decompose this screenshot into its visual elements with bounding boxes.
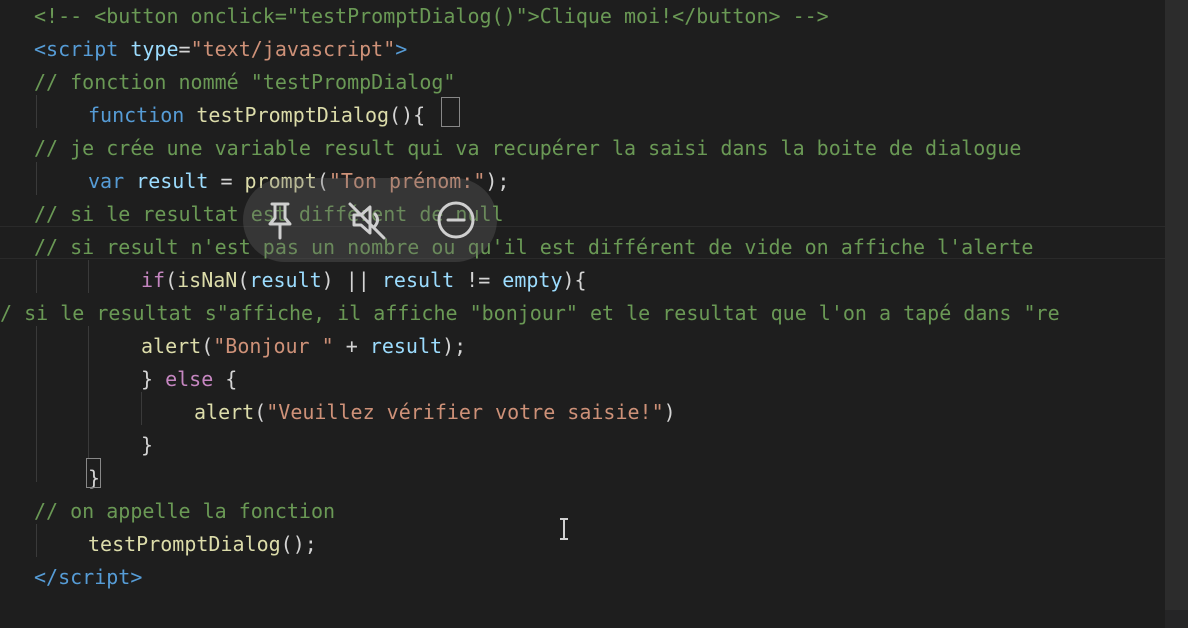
close-circle-icon[interactable]: [428, 192, 484, 248]
code-token: </: [34, 565, 59, 589]
code-token: <: [34, 37, 47, 61]
code-token: type: [130, 37, 179, 61]
code-token: ();: [280, 532, 317, 556]
code-token: (): [389, 103, 414, 127]
code-editor[interactable]: <!-- <button onclick="testPromptDialog()…: [0, 0, 1188, 628]
code-line: <!-- <button onclick="testPromptDialog()…: [34, 0, 829, 33]
bracket-match-close: [86, 458, 101, 488]
code-token: result: [136, 169, 209, 193]
code-token: <!-- <button onclick="testPromptDialog()…: [34, 4, 829, 28]
scrollbar-thumb[interactable]: [1165, 0, 1188, 610]
code-token: // on appelle la fonction: [34, 499, 336, 523]
code-line: // je crée une variable result qui va re…: [34, 132, 1021, 165]
code-token: testPromptDialog: [196, 103, 390, 127]
code-token: // je crée une variable result qui va re…: [34, 136, 1022, 160]
code-token: alert: [141, 334, 202, 358]
code-token: {: [413, 103, 426, 127]
code-line: } else {: [141, 363, 237, 396]
code-line: </script>: [34, 561, 142, 594]
text-cursor-icon: [558, 518, 570, 540]
code-token: >: [130, 565, 143, 589]
code-token: alert: [194, 400, 255, 424]
code-token: testPromptDialog: [88, 532, 281, 556]
code-token: }: [141, 367, 166, 391]
code-token: {: [213, 367, 238, 391]
code-line: alert("Bonjour " + result);: [141, 330, 466, 363]
code-line: function testPromptDialog(){: [88, 99, 425, 132]
bracket-match-open: [441, 97, 460, 127]
code-token: isNaN: [177, 268, 238, 292]
indent-guide: [141, 392, 142, 425]
code-line: alert("Veuillez vérifier votre saisie!"): [194, 396, 676, 429]
code-token: =: [178, 37, 191, 61]
code-token: result: [249, 268, 322, 292]
pin-icon[interactable]: [252, 192, 308, 248]
code-token: ): [663, 400, 676, 424]
code-line: // fonction nommé "testPrompDialog": [34, 66, 455, 99]
code-token: // si result n'est pas un nombre ou qu'i…: [34, 235, 1034, 259]
indent-guide: [36, 326, 37, 482]
indent-guide: [36, 260, 37, 293]
mute-icon[interactable]: [340, 192, 396, 248]
code-line: // on appelle la fonction: [34, 495, 335, 528]
code-token: empty: [502, 268, 563, 292]
code-token: "Bonjour ": [213, 334, 334, 358]
code-line: <script type="text/javascript">: [34, 33, 407, 66]
indent-guide: [36, 524, 37, 557]
vertical-scrollbar[interactable]: [1165, 0, 1188, 628]
code-line: }: [141, 429, 153, 462]
code-token: "Veuillez vérifier votre saisie!": [266, 400, 664, 424]
code-token: );: [485, 169, 510, 193]
code-line: if(isNaN(result) || result != empty){: [141, 264, 587, 297]
code-token: }: [141, 433, 154, 457]
code-token: (: [254, 400, 267, 424]
code-token: else: [165, 367, 214, 391]
code-line: / si le resultat s"affiche, il affiche "…: [0, 297, 1060, 330]
code-token: "text/javascript": [190, 37, 396, 61]
code-token: function: [88, 103, 185, 127]
code-token: ){: [562, 268, 587, 292]
code-token: !=: [454, 268, 503, 292]
code-token: =: [208, 169, 245, 193]
code-token: / si le resultat s"affiche, il affiche "…: [0, 301, 1060, 325]
indent-guide: [36, 162, 37, 195]
code-token: (: [237, 268, 250, 292]
code-line: // si result n'est pas un nombre ou qu'i…: [34, 231, 1033, 264]
code-token: (: [165, 268, 178, 292]
code-token: result: [381, 268, 455, 292]
indent-guide: [36, 95, 37, 128]
code-token: );: [442, 334, 467, 358]
video-controls-overlay: [243, 178, 497, 262]
code-token: ) ||: [321, 268, 382, 292]
code-token: (: [201, 334, 214, 358]
code-token: var: [88, 169, 125, 193]
code-token: result: [369, 334, 443, 358]
indent-guide: [88, 260, 89, 293]
code-line: testPromptDialog();: [88, 528, 317, 561]
indent-guide: [88, 326, 89, 458]
code-token: // fonction nommé "testPrompDialog": [34, 70, 456, 94]
code-token: script: [58, 565, 131, 589]
code-token: +: [333, 334, 370, 358]
code-token: script: [46, 37, 119, 61]
code-token: >: [395, 37, 408, 61]
code-token: if: [141, 268, 166, 292]
